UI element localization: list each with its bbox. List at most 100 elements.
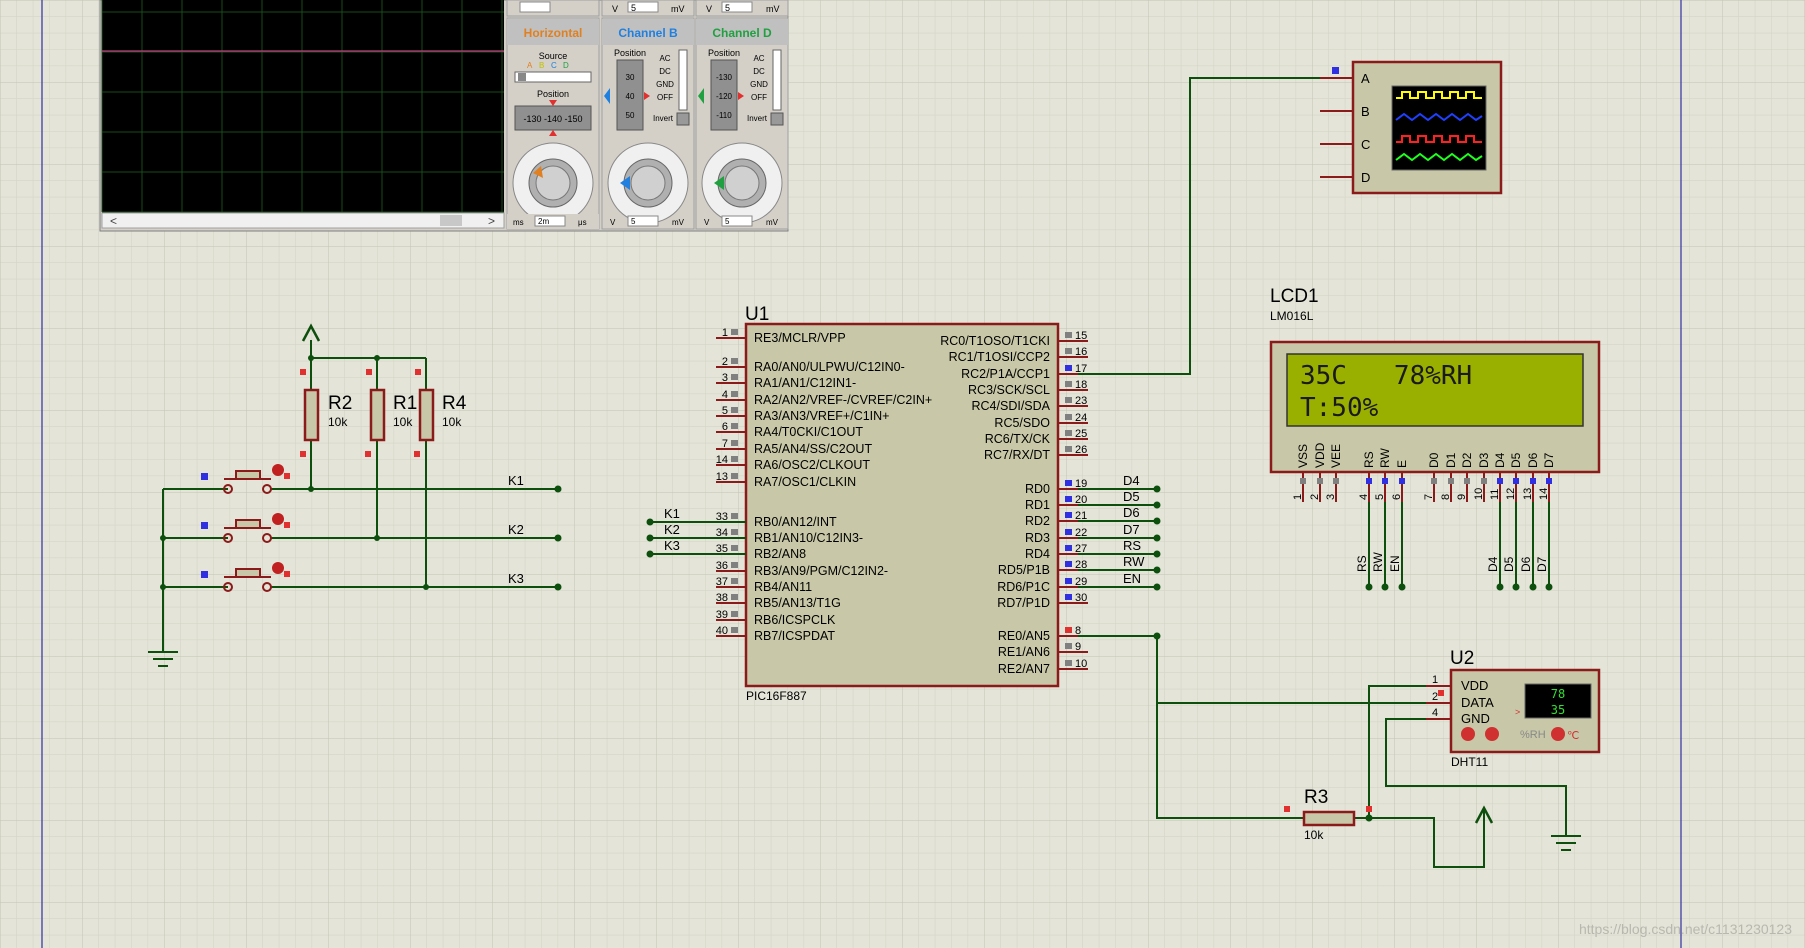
channel-b-panel: Channel B Position 30 40 50 AC DC GND OF… xyxy=(601,17,695,230)
u2-up-button[interactable] xyxy=(1485,727,1499,741)
scope-screen xyxy=(102,0,504,212)
u1-pin-marker xyxy=(1065,446,1072,452)
net-k1-mcu: K1 xyxy=(664,506,680,521)
lcd-net-label: RS xyxy=(1355,555,1369,572)
u1-pin-marker xyxy=(1065,512,1072,518)
switch-state-icon[interactable] xyxy=(272,464,284,476)
u1-pin-marker xyxy=(731,358,738,364)
top-unit-val2: 5 xyxy=(725,3,730,13)
chb-invert-toggle[interactable] xyxy=(676,112,690,126)
lcd-net-label: D5 xyxy=(1502,556,1516,572)
u2-down-button[interactable] xyxy=(1461,727,1475,741)
h-unit-value: 2m xyxy=(538,217,549,226)
net-d6-mcu: D6 xyxy=(1123,505,1140,520)
r2-body[interactable] xyxy=(303,388,320,442)
u2-part: DHT11 xyxy=(1451,755,1488,769)
r1-body[interactable] xyxy=(369,388,386,442)
chb-dc[interactable]: DC xyxy=(659,67,671,76)
u1-pin-marker xyxy=(1065,545,1072,551)
src-a[interactable]: A xyxy=(527,61,533,70)
u1-pin-label: RD7/P1D xyxy=(997,596,1050,610)
r4-body[interactable] xyxy=(418,388,435,442)
chd-volts-knob[interactable] xyxy=(724,165,760,201)
u1-pin-marker xyxy=(1065,381,1072,387)
lcd-pin-marker xyxy=(1464,478,1470,484)
u1-pin-marker xyxy=(1065,627,1072,633)
net-d7-mcu: D7 xyxy=(1123,522,1140,537)
h-position-label: Position xyxy=(537,89,569,99)
horizontal-panel: Horizontal Source A B C D Position -130 … xyxy=(506,17,600,230)
chd-dc[interactable]: DC xyxy=(753,67,765,76)
u1-pin-label: RE3/MCLR/VPP xyxy=(754,331,846,345)
chb-volts-knob[interactable] xyxy=(630,165,666,201)
r4-value: 10k xyxy=(442,415,462,429)
net-rw-mcu: RW xyxy=(1123,554,1145,569)
u2-humidity: 78 xyxy=(1551,687,1565,701)
mcu-u1[interactable]: U1 PIC16F887 1 RE3/MCLR/VPP 2 RA0/AN0/ULPWU… xyxy=(716,304,1088,703)
chd-invert-label: Invert xyxy=(747,114,768,123)
scope-pin-b: B xyxy=(1361,104,1370,119)
src-b[interactable]: B xyxy=(539,61,544,70)
u1-pin-label: RD6/P1C xyxy=(997,580,1050,594)
scroll-thumb[interactable] xyxy=(440,215,462,226)
u1-pin-marker xyxy=(731,407,738,413)
lcd-pin-num: 11 xyxy=(1489,489,1501,500)
u1-pin-marker xyxy=(1065,430,1072,436)
oscilloscope-window[interactable]: < > V 5 mV V 5 mV Horizontal Source A B … xyxy=(99,0,789,232)
src-c[interactable]: C xyxy=(551,61,557,70)
scroll-right-arrow[interactable]: > xyxy=(488,214,495,228)
u1-pin-label: RA4/T0CKI/C1OUT xyxy=(754,425,863,439)
u1-pin-num: 25 xyxy=(1075,428,1087,440)
chb-ac[interactable]: AC xyxy=(659,54,670,63)
u1-pin-num: 2 xyxy=(722,356,728,368)
lcd-pin-marker xyxy=(1530,478,1536,484)
chd-unit-val: 5 xyxy=(725,217,730,226)
scroll-left-arrow[interactable]: < xyxy=(110,214,117,228)
chd-off[interactable]: OFF xyxy=(751,93,767,102)
h-position-readout: -130 -140 -150 xyxy=(523,114,582,124)
lcd-pin-marker xyxy=(1333,478,1339,484)
chb-coupling-slider[interactable] xyxy=(678,49,688,111)
chd-invert-toggle[interactable] xyxy=(770,112,784,126)
chd-scale-1: -120 xyxy=(716,92,733,101)
lcd-pin-num: 5 xyxy=(1374,494,1386,500)
src-d[interactable]: D xyxy=(563,61,569,70)
net-k3-mcu: K3 xyxy=(664,538,680,553)
chb-unit-v: V xyxy=(610,218,616,227)
source-slider[interactable] xyxy=(514,71,592,83)
net-d5-mcu: D5 xyxy=(1123,489,1140,504)
u1-pin-marker xyxy=(731,578,738,584)
chd-gnd[interactable]: GND xyxy=(750,80,768,89)
lcd-pin-marker xyxy=(1399,478,1405,484)
switch-state-icon[interactable] xyxy=(272,562,284,574)
lcd-pin-name: D0 xyxy=(1427,452,1441,468)
u1-pin-num: 10 xyxy=(1075,658,1087,670)
u1-pin-label: RB4/AN11 xyxy=(754,580,812,594)
chd-ac[interactable]: AC xyxy=(753,54,764,63)
horizontal-title: Horizontal xyxy=(524,26,583,40)
lcd-pin-num: 3 xyxy=(1325,494,1337,500)
r4-ref: R4 xyxy=(442,393,467,414)
u2-pin1-num: 1 xyxy=(1432,674,1438,686)
switch-state-icon[interactable] xyxy=(272,513,284,525)
channel-b-title: Channel B xyxy=(618,26,678,40)
schematic-canvas[interactable]: < > V 5 mV V 5 mV Horizontal Source A B … xyxy=(0,0,1805,948)
u1-pin-num: 30 xyxy=(1075,592,1087,604)
u1-pin-marker xyxy=(1065,397,1072,403)
u2-mode-button[interactable] xyxy=(1551,727,1565,741)
u2-vdd: VDD xyxy=(1461,678,1488,693)
net-k2-mcu: K2 xyxy=(664,522,680,537)
lcd-pin-name: RW xyxy=(1378,448,1392,468)
u1-pin-label: RA3/AN3/VREF+/C1IN+ xyxy=(754,409,889,423)
r3-body[interactable] xyxy=(1302,810,1356,827)
u1-pin-label: RC3/SCK/SCL xyxy=(968,383,1050,397)
u1-pin-label: RB2/AN8 xyxy=(754,547,806,561)
chb-gnd[interactable]: GND xyxy=(656,80,674,89)
u2-temperature: 35 xyxy=(1551,703,1565,717)
net-rs-mcu: RS xyxy=(1123,538,1141,553)
lcd-pin-name: VDD xyxy=(1313,442,1327,468)
h-unit-us: μs xyxy=(578,218,587,227)
chd-coupling-slider[interactable] xyxy=(772,49,782,111)
u1-pin-marker xyxy=(1065,365,1072,371)
chb-off[interactable]: OFF xyxy=(657,93,673,102)
